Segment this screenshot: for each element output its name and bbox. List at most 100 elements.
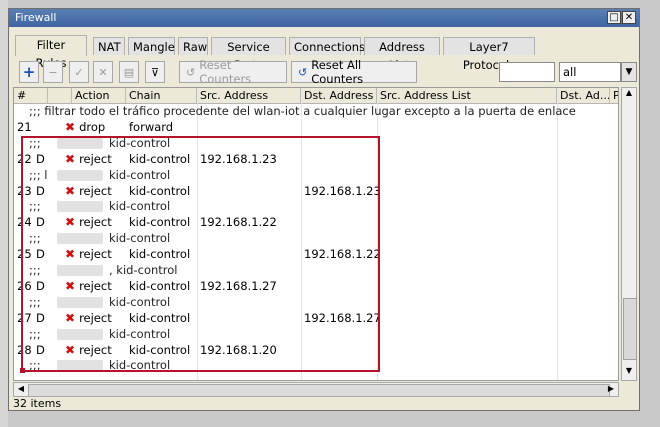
comment-row[interactable]: ;;; kid-control [14, 230, 618, 246]
comment-row[interactable]: ;;; kid-control [14, 135, 618, 151]
num-cell: 22 [17, 151, 32, 166]
reject-icon: ✖ [65, 247, 76, 262]
horizontal-scrollbar[interactable]: ◀ ▶ [13, 382, 619, 397]
add-button[interactable]: + [19, 61, 39, 83]
tab-connections[interactable]: Connections [289, 37, 365, 55]
redacted-text [57, 233, 103, 245]
src-cell [197, 246, 200, 262]
col-flag[interactable] [48, 88, 72, 103]
comment-row[interactable]: ;;; kid-control [14, 198, 618, 214]
dst-cell: 192.168.1.22 [304, 247, 381, 262]
table-row[interactable]: 28 D ✖ reject kid-control 192.168.1.20 [14, 342, 618, 358]
table-row[interactable]: 22 D ✖ reject kid-control 192.168.1.23 [14, 151, 618, 167]
tab-raw[interactable]: Raw [178, 37, 208, 55]
scroll-left-icon[interactable]: ◀ [14, 384, 28, 393]
action-label: reject [79, 278, 112, 293]
enable-button[interactable]: ✓ [69, 61, 89, 83]
table-row[interactable]: 23 D ✖ reject kid-control 192.168.1.23 [14, 183, 618, 199]
table-row[interactable]: 24 D ✖ reject kid-control 192.168.1.22 [14, 214, 618, 230]
action-cell: ✖ reject [62, 183, 112, 199]
src-cell: 192.168.1.20 [200, 342, 277, 357]
col-dst-address[interactable]: Dst. Address [301, 88, 377, 103]
comment-row[interactable]: ;;; kid-control [14, 294, 618, 310]
flag-cell: D [36, 247, 45, 262]
tab-service-ports[interactable]: Service Ports [211, 37, 286, 72]
filter-select-arrow[interactable]: ▼ [621, 62, 637, 82]
col-chain[interactable]: Chain [126, 88, 197, 103]
dst-cell: 192.168.1.23 [304, 183, 381, 198]
comment-row[interactable]: ;;; kid-control [14, 326, 618, 342]
redacted-wrapper [54, 357, 103, 373]
action-cell: ✖ reject [62, 214, 112, 230]
redacted-wrapper [54, 135, 103, 151]
flag-cell: D [36, 151, 45, 166]
redacted-text [57, 296, 103, 308]
comment-button[interactable]: ▤ [119, 61, 139, 83]
chain-cell: kid-control [129, 183, 191, 198]
redacted-wrapper [54, 167, 103, 183]
disable-button[interactable]: ✕ [93, 61, 113, 83]
maximize-button[interactable]: □ [607, 11, 621, 24]
comment-suffix: kid-control [109, 294, 171, 309]
reject-icon: ✖ [65, 342, 76, 357]
reset-counters-label: Reset Counters [199, 58, 252, 86]
tab-layer7-protocols[interactable]: Layer7 Protocols [443, 37, 535, 72]
tab-nat[interactable]: NAT [93, 37, 125, 55]
note-icon: ▤ [123, 65, 135, 79]
table-row[interactable]: 26 D ✖ reject kid-control 192.168.1.27 [14, 278, 618, 294]
reset-counters-button[interactable]: ↺ Reset Counters [179, 58, 287, 86]
filter-select[interactable]: all [559, 62, 621, 82]
scroll-right-icon[interactable]: ▶ [604, 384, 618, 393]
table-row[interactable]: 27 D ✖ reject kid-control 192.168.1.27 [14, 310, 618, 326]
reset-all-icon: ↺ [298, 65, 308, 79]
comment-text: ;;; [29, 199, 41, 214]
scroll-up-icon[interactable]: ▲ [622, 88, 636, 97]
filter-button[interactable]: ⊽ [145, 61, 165, 83]
action-cell: ✖ drop [62, 119, 105, 135]
close-button[interactable]: ✕ [622, 11, 636, 24]
reset-all-counters-button[interactable]: ↺ Reset All Counters [291, 58, 417, 86]
remove-button[interactable]: − [43, 61, 63, 83]
reject-icon: ✖ [65, 215, 76, 230]
horizontal-thumb[interactable] [28, 384, 610, 397]
comment-text: ;;; [29, 358, 41, 373]
action-cell: ✖ reject [62, 278, 112, 294]
redacted-wrapper [54, 230, 103, 246]
redacted-wrapper [54, 326, 103, 342]
tab-address-lists[interactable]: Address Lists [364, 37, 440, 72]
table-row[interactable]: 25 D ✖ reject kid-control 192.168.1.22 [14, 246, 618, 262]
window-title: Firewall [15, 11, 57, 24]
comment-row[interactable]: ;;; , kid-control [14, 262, 618, 278]
col-action[interactable]: Action [72, 88, 126, 103]
check-icon: ✓ [74, 65, 84, 79]
reset-all-counters-label: Reset All Counters [311, 58, 364, 86]
action-label: drop [79, 119, 106, 134]
comment-row[interactable]: ;;; filtrar todo el tráfico procedente d… [14, 103, 618, 119]
tab-filter-rules[interactable]: Filter Rules [15, 35, 87, 70]
comment-text: ;;; [29, 294, 41, 309]
comment-row[interactable]: ;;; kid-control [14, 357, 618, 373]
rules-table: # Action Chain Src. Address Dst. Address… [13, 87, 619, 381]
col-number[interactable]: # [14, 88, 48, 103]
table-row[interactable]: 21 ✖ drop forward [14, 119, 618, 135]
action-label: reject [79, 310, 112, 325]
reject-icon: ✖ [65, 151, 76, 166]
col-protocol[interactable]: Pr [610, 88, 618, 103]
action-label: reject [79, 151, 112, 166]
comment-suffix: , kid-control [109, 263, 178, 277]
col-src-address[interactable]: Src. Address [197, 88, 301, 103]
comment-row[interactable]: ;;; l kid-control [14, 167, 618, 183]
scroll-thumb[interactable] [623, 298, 637, 360]
search-input[interactable] [499, 62, 555, 82]
flag-cell: D [36, 310, 45, 325]
tab-mangle[interactable]: Mangle [128, 37, 175, 55]
scroll-down-icon[interactable]: ▼ [622, 366, 636, 375]
reject-icon: ✖ [65, 278, 76, 293]
plus-icon: + [22, 63, 36, 81]
dst-cell [301, 342, 304, 358]
flag-cell: D [36, 183, 45, 198]
col-dst-address-list[interactable]: Dst. Ad... [557, 88, 610, 103]
chain-cell: kid-control [129, 215, 191, 230]
col-src-address-list[interactable]: Src. Address List [377, 88, 557, 103]
vertical-scrollbar[interactable]: ▲ ▼ [621, 87, 637, 381]
